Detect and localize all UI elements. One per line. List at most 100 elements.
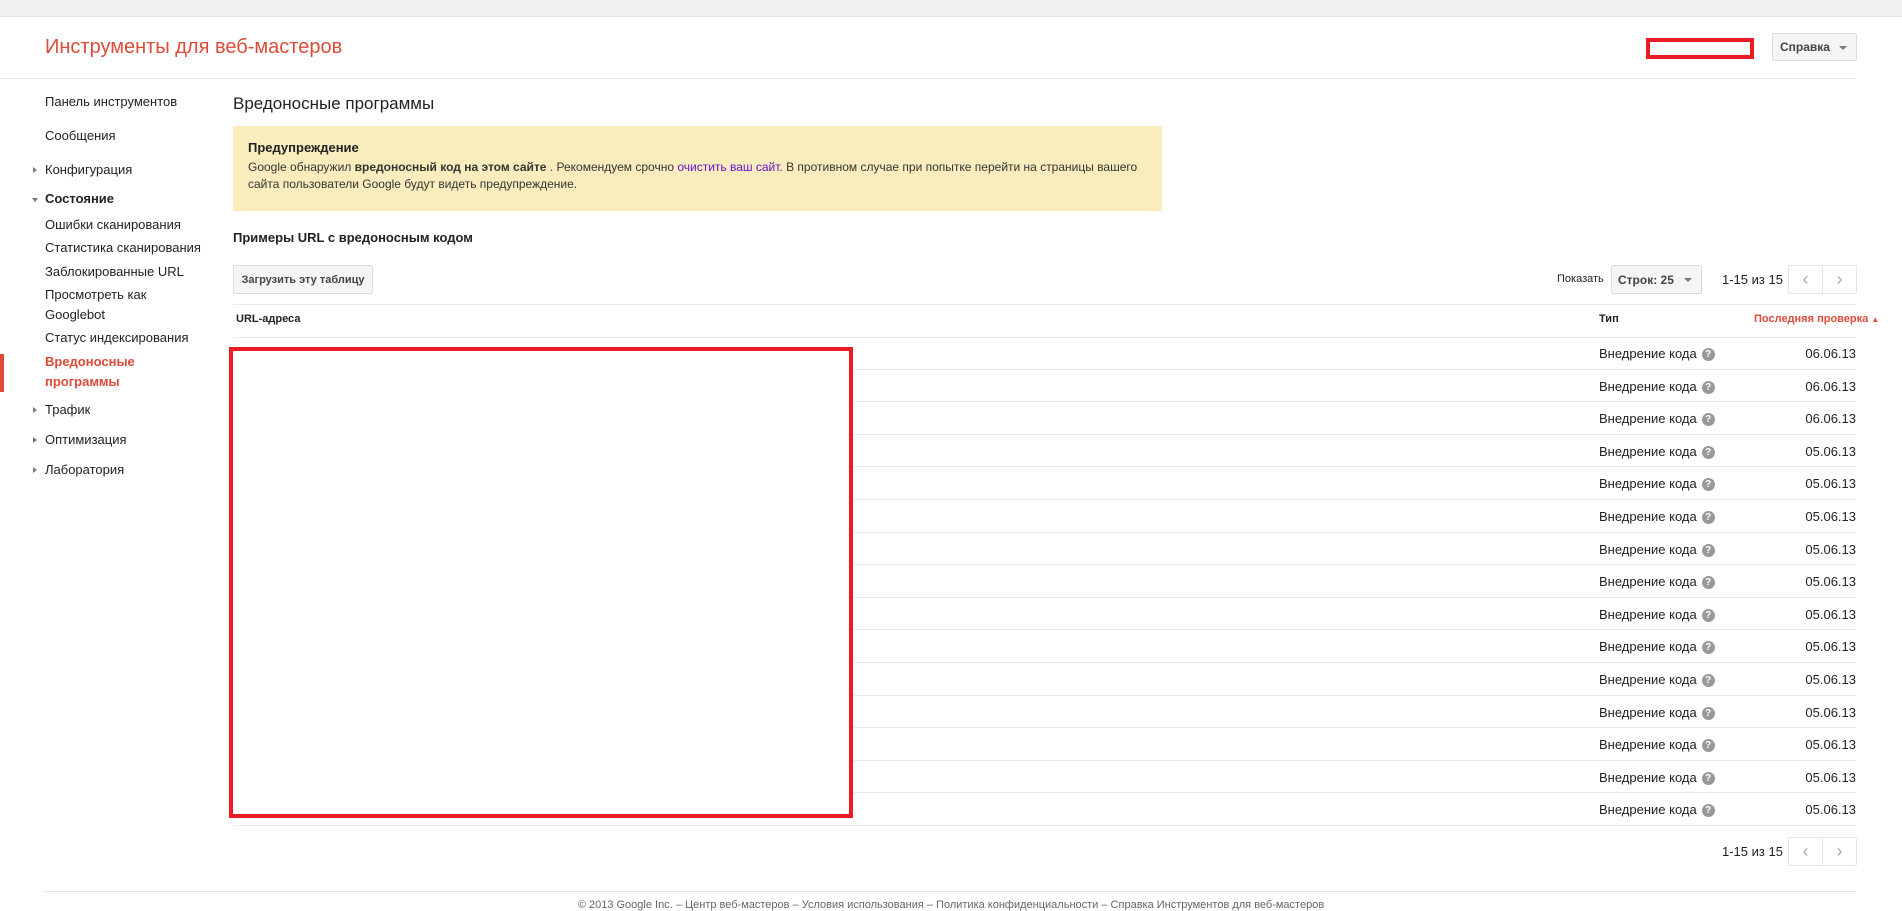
help-icon[interactable]: ?: [1701, 348, 1715, 361]
help-icon[interactable]: ?: [1701, 478, 1715, 492]
help-icon[interactable]: ?: [1701, 608, 1715, 622]
show-label: Показать: [1557, 273, 1604, 285]
date-cell: 05.06.13: [1805, 704, 1856, 720]
date-cell: 05.06.13: [1805, 443, 1856, 459]
type-cell: Внедрение кода?: [1599, 737, 1715, 753]
sidebar-item-label: Трафик: [45, 402, 91, 417]
date-cell: 05.06.13: [1805, 671, 1856, 687]
date-cell: 06.06.13: [1805, 346, 1856, 361]
help-icon[interactable]: ?: [1701, 576, 1715, 590]
type-cell: Внедрение кода?: [1599, 672, 1715, 687]
redacted-url-column: [229, 347, 853, 818]
type-label: Внедрение кода: [1599, 639, 1697, 655]
help-label: Справка: [1780, 40, 1830, 54]
table-top-divider: [233, 304, 1856, 305]
column-header-last-checked[interactable]: Последняя проверка ▲: [1754, 313, 1879, 325]
type-cell: Внедрение кода?: [1599, 802, 1715, 818]
date-cell: 05.06.13: [1805, 802, 1856, 818]
sidebar-item-fetch-as-googlebot[interactable]: Просмотреть как Googlebot: [45, 285, 185, 325]
sidebar-item-label: Лаборатория: [45, 462, 125, 477]
date-cell: 05.06.13: [1805, 737, 1856, 753]
date-cell: 05.06.13: [1805, 541, 1856, 557]
type-cell: Внедрение кода?: [1599, 542, 1715, 557]
prev-page-icon[interactable]: ‹: [1789, 838, 1822, 865]
redacted-site-selector[interactable]: [1646, 38, 1754, 59]
type-label: Внедрение кода: [1599, 541, 1697, 557]
type-label: Внедрение кода: [1599, 574, 1697, 590]
type-label: Внедрение кода: [1599, 508, 1697, 524]
collapse-arrow-icon: [32, 198, 38, 202]
footer-links[interactable]: © 2013 Google Inc. – Центр веб-мастеров …: [0, 899, 1902, 911]
sidebar-item-optimization[interactable]: Оптимизация: [33, 430, 127, 450]
sidebar-item-dashboard[interactable]: Панель инструментов: [45, 92, 177, 112]
sidebar-item-status[interactable]: Состояние: [32, 189, 115, 209]
type-label: Внедрение кода: [1599, 704, 1697, 720]
help-icon[interactable]: ?: [1701, 543, 1715, 557]
clean-site-link[interactable]: очистить ваш сайт: [677, 160, 779, 174]
date-cell: 05.06.13: [1805, 639, 1856, 655]
expand-arrow-icon: [33, 467, 37, 473]
warning-box: Предупреждение Google обнаружил вредонос…: [233, 126, 1162, 211]
sidebar-item-blocked-urls[interactable]: Заблокированные URL: [45, 262, 184, 282]
prev-page-icon[interactable]: ‹: [1789, 266, 1822, 293]
sidebar-item-messages[interactable]: Сообщения: [45, 126, 116, 146]
date-cell: 05.06.13: [1805, 606, 1856, 622]
sort-ascending-icon: ▲: [1871, 315, 1880, 324]
warning-text-part: . Рекомендуем срочно: [546, 160, 678, 174]
sidebar-item-label: Состояние: [45, 191, 115, 206]
type-cell: Внедрение кода?: [1599, 770, 1715, 785]
type-label: Внедрение кода: [1599, 769, 1697, 785]
next-page-icon[interactable]: ›: [1822, 266, 1856, 293]
help-icon[interactable]: ?: [1701, 413, 1715, 427]
type-label: Внедрение кода: [1599, 671, 1697, 687]
type-label: Внедрение кода: [1599, 476, 1697, 492]
column-header-url[interactable]: URL-адреса: [236, 313, 300, 325]
type-cell: Внедрение кода?: [1599, 346, 1715, 361]
column-header-label: Последняя проверка: [1754, 313, 1869, 325]
help-dropdown[interactable]: Справка: [1772, 33, 1857, 61]
help-icon[interactable]: ?: [1701, 673, 1715, 687]
help-icon[interactable]: ?: [1701, 706, 1715, 720]
date-cell: 05.06.13: [1805, 476, 1856, 492]
type-cell: Внедрение кода?: [1599, 509, 1715, 524]
date-cell: 05.06.13: [1805, 574, 1856, 590]
rows-per-page-select[interactable]: Строк: 25: [1611, 265, 1702, 294]
help-icon[interactable]: ?: [1701, 739, 1715, 753]
help-icon[interactable]: ?: [1701, 445, 1715, 459]
sidebar-item-traffic[interactable]: Трафик: [33, 400, 91, 420]
sidebar-item-label: Оптимизация: [45, 432, 127, 447]
type-cell: Внедрение кода?: [1599, 639, 1715, 655]
expand-arrow-icon: [33, 437, 37, 443]
pagination-info: 1-15 из 15: [1722, 272, 1783, 287]
sidebar-item-malware[interactable]: Вредоносные программы: [45, 352, 155, 392]
pagination-buttons: ‹ ›: [1788, 265, 1857, 294]
sidebar-item-crawl-errors[interactable]: Ошибки сканирования: [45, 215, 181, 235]
footer-divider: [45, 891, 1856, 892]
type-cell: Внедрение кода?: [1599, 379, 1715, 394]
pagination-buttons-bottom: ‹ ›: [1788, 837, 1857, 866]
app-title[interactable]: Инструменты для веб-мастеров: [45, 36, 342, 59]
expand-arrow-icon: [33, 167, 37, 173]
pagination-info-bottom: 1-15 из 15: [1722, 844, 1783, 859]
warning-title: Предупреждение: [248, 140, 359, 155]
sidebar-item-configuration[interactable]: Конфигурация: [33, 160, 132, 180]
download-table-button[interactable]: Загрузить эту таблицу: [233, 265, 373, 294]
type-cell: Внедрение кода?: [1599, 607, 1715, 622]
help-icon[interactable]: ?: [1701, 771, 1715, 785]
help-icon[interactable]: ?: [1701, 804, 1715, 818]
date-cell: 05.06.13: [1805, 508, 1856, 524]
next-page-icon[interactable]: ›: [1822, 838, 1856, 865]
type-cell: Внедрение кода?: [1599, 574, 1715, 590]
sidebar-item-index-status[interactable]: Статус индексирования: [45, 328, 189, 348]
active-indicator: [0, 354, 4, 392]
column-header-type[interactable]: Тип: [1599, 313, 1619, 325]
help-icon[interactable]: ?: [1701, 380, 1715, 394]
rows-select-value: Строк: 25: [1618, 272, 1674, 287]
section-title: Примеры URL с вредоносным кодом: [233, 230, 473, 245]
sidebar-item-crawl-stats[interactable]: Статистика сканирования: [45, 238, 201, 258]
type-label: Внедрение кода: [1599, 378, 1697, 394]
help-icon[interactable]: ?: [1701, 510, 1715, 524]
type-label: Внедрение кода: [1599, 737, 1697, 753]
sidebar-item-labs[interactable]: Лаборатория: [33, 460, 125, 480]
help-icon[interactable]: ?: [1701, 641, 1715, 655]
